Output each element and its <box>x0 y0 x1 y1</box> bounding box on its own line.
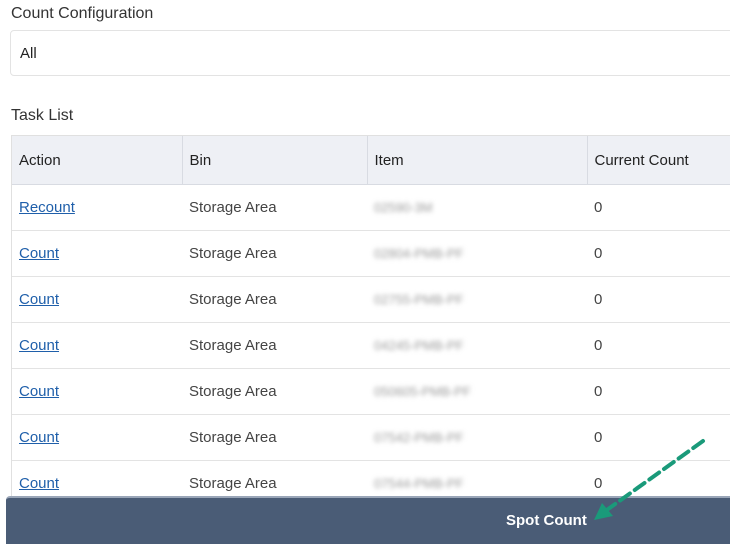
current-count-cell: 0 <box>587 460 730 496</box>
table-row: Count Storage Area 050605-PMB-PF 0 <box>12 368 730 415</box>
item-cell: 050605-PMB-PF <box>367 368 587 415</box>
item-cell: 02755-PMB-PF <box>367 276 587 323</box>
count-link[interactable]: Count <box>19 429 59 446</box>
count-link[interactable]: Count <box>19 337 59 354</box>
column-header-item: Item <box>367 136 588 185</box>
item-id-blurred: 07544-PMB-PF <box>374 476 464 491</box>
count-configuration-value: All <box>20 45 37 62</box>
task-list-label: Task List <box>11 107 74 124</box>
column-header-action: Action <box>12 136 183 185</box>
count-configuration-select[interactable]: All <box>10 30 730 76</box>
action-cell: Count <box>12 414 182 461</box>
action-cell: Count <box>12 230 182 277</box>
action-cell: Count <box>12 276 182 323</box>
table-row: Recount Storage Area 02590-3M 0 <box>12 184 730 231</box>
current-count-cell: 0 <box>587 184 730 231</box>
item-cell: 02804-PMB-PF <box>367 230 587 277</box>
current-count-cell: 0 <box>587 276 730 323</box>
bin-cell: Storage Area <box>182 230 367 277</box>
table-row: Count Storage Area 02755-PMB-PF 0 <box>12 276 730 323</box>
bin-cell: Storage Area <box>182 276 367 323</box>
count-link[interactable]: Count <box>19 291 59 308</box>
action-cell: Count <box>12 322 182 369</box>
item-id-blurred: 02590-3M <box>374 200 433 215</box>
current-count-cell: 0 <box>587 230 730 277</box>
item-id-blurred: 02755-PMB-PF <box>374 292 464 307</box>
item-id-blurred: 07542-PMB-PF <box>374 430 464 445</box>
bin-cell: Storage Area <box>182 368 367 415</box>
bin-cell: Storage Area <box>182 460 367 496</box>
count-link[interactable]: Count <box>19 383 59 400</box>
column-header-bin: Bin <box>182 136 368 185</box>
task-list-table-container[interactable]: Action Bin Item Current Count Recount St… <box>11 135 730 496</box>
current-count-cell: 0 <box>587 322 730 369</box>
bin-cell: Storage Area <box>182 184 367 231</box>
action-cell: Count <box>12 368 182 415</box>
action-cell: Recount <box>12 184 182 231</box>
task-list-table: Action Bin Item Current Count Recount St… <box>12 136 730 496</box>
footer-action-bar: Spot Count <box>6 496 730 544</box>
table-row: Count Storage Area 02804-PMB-PF 0 <box>12 230 730 277</box>
item-id-blurred: 02804-PMB-PF <box>374 246 464 261</box>
current-count-cell: 0 <box>587 414 730 461</box>
count-link[interactable]: Count <box>19 475 59 492</box>
bin-cell: Storage Area <box>182 414 367 461</box>
table-row: Count Storage Area 07542-PMB-PF 0 <box>12 414 730 461</box>
item-cell: 07544-PMB-PF <box>367 460 587 496</box>
count-link[interactable]: Count <box>19 245 59 262</box>
item-cell: 07542-PMB-PF <box>367 414 587 461</box>
item-cell: 04245-PMB-PF <box>367 322 587 369</box>
spot-count-page: Count Configuration All Task List Action… <box>0 0 730 544</box>
recount-link[interactable]: Recount <box>19 199 75 216</box>
spot-count-button[interactable]: Spot Count <box>494 512 599 529</box>
item-cell: 02590-3M <box>367 184 587 231</box>
column-header-current-count: Current Count <box>587 136 730 185</box>
table-header-row: Action Bin Item Current Count <box>12 136 730 185</box>
item-id-blurred: 050605-PMB-PF <box>374 384 471 399</box>
current-count-cell: 0 <box>587 368 730 415</box>
table-row: Count Storage Area 04245-PMB-PF 0 <box>12 322 730 369</box>
bin-cell: Storage Area <box>182 322 367 369</box>
count-configuration-label: Count Configuration <box>11 5 154 22</box>
action-cell: Count <box>12 460 182 496</box>
item-id-blurred: 04245-PMB-PF <box>374 338 464 353</box>
table-row: Count Storage Area 07544-PMB-PF 0 <box>12 460 730 496</box>
